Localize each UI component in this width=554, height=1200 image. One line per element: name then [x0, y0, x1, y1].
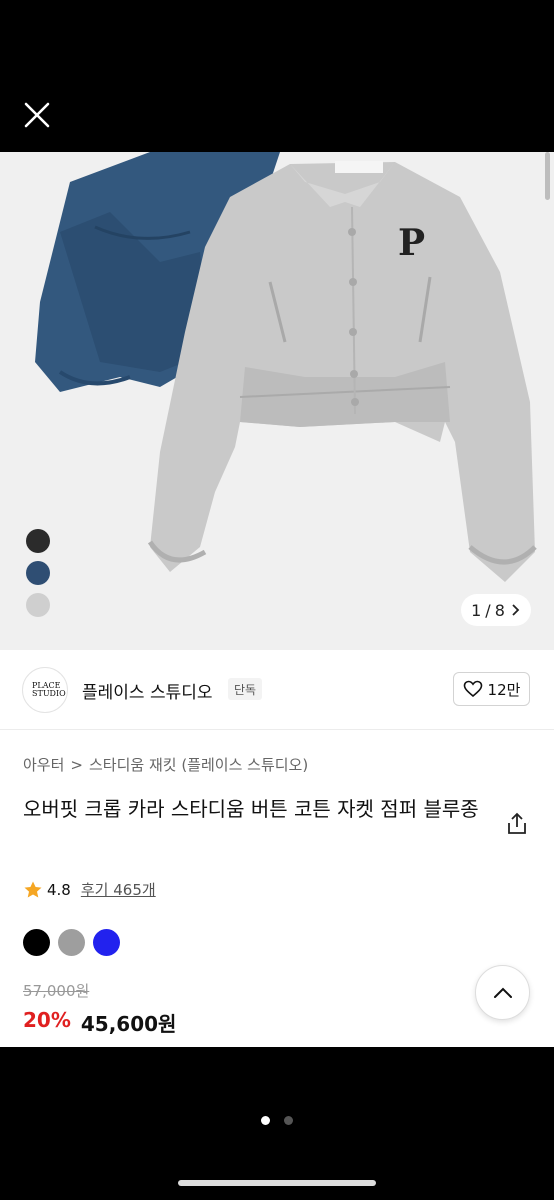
breadcrumb-separator: >	[70, 755, 83, 774]
rating-row: 4.8 후기 465개	[23, 879, 156, 900]
counter-current: 1	[471, 600, 482, 620]
jacket-illustration: P	[35, 152, 537, 582]
chevron-right-icon	[512, 604, 520, 616]
brand-row: PLACE STUDIO 플레이스 스튜디오 단독 12만	[0, 650, 554, 730]
price-row: 20% 45,600원	[23, 1008, 176, 1037]
brand-logo[interactable]: PLACE STUDIO	[22, 667, 68, 713]
bottom-area	[0, 1047, 554, 1200]
breadcrumb-subcategory[interactable]: 스타디움 재킷 (플레이스 스튜디오)	[89, 754, 308, 775]
swatch-grey[interactable]	[26, 593, 50, 617]
heart-icon	[463, 680, 482, 698]
counter-total: 8	[494, 600, 505, 620]
scroll-top-button[interactable]	[475, 965, 530, 1020]
like-button[interactable]: 12만	[453, 672, 530, 706]
product-title: 오버핏 크롭 카라 스타디움 버튼 코튼 자켓 점퍼 블루종	[23, 797, 479, 821]
counter-separator: /	[485, 600, 491, 620]
color-option-blue[interactable]	[93, 929, 120, 956]
discount-rate: 20%	[23, 1008, 71, 1032]
chevron-up-icon	[493, 987, 512, 998]
sale-price: 45,600원	[80, 1012, 177, 1036]
product-info: PLACE STUDIO 플레이스 스튜디오 단독 12만 아우터 > 스타디움…	[0, 650, 554, 1047]
swatch-blue[interactable]	[26, 561, 50, 585]
color-options	[23, 929, 120, 956]
patch-letter: P	[398, 222, 425, 264]
pager-dot-active[interactable]	[261, 1116, 270, 1125]
breadcrumb-category[interactable]: 아우터	[23, 754, 64, 775]
close-icon[interactable]	[18, 96, 56, 134]
share-icon[interactable]	[504, 811, 530, 837]
exclusive-badge: 단독	[228, 678, 263, 700]
color-option-grey[interactable]	[58, 929, 85, 956]
top-bar	[0, 0, 554, 152]
rating-score: 4.8	[47, 880, 71, 899]
swatch-dark[interactable]	[26, 529, 50, 553]
pager-dot[interactable]	[284, 1116, 293, 1125]
breadcrumb: 아우터 > 스타디움 재킷 (플레이스 스튜디오)	[23, 754, 308, 775]
color-option-black[interactable]	[23, 929, 50, 956]
scroll-indicator[interactable]	[545, 152, 550, 200]
brand-name[interactable]: 플레이스 스튜디오	[82, 678, 213, 703]
like-count: 12만	[487, 680, 521, 699]
brand-logo-text: PLACE STUDIO	[32, 681, 66, 698]
star-icon	[24, 881, 42, 897]
review-link[interactable]: 후기 465개	[81, 879, 156, 900]
home-indicator[interactable]	[178, 1180, 376, 1186]
image-counter[interactable]: 1 / 8	[461, 594, 531, 626]
product-image[interactable]: P	[0, 152, 554, 650]
original-price: 57,000원	[23, 982, 90, 1000]
